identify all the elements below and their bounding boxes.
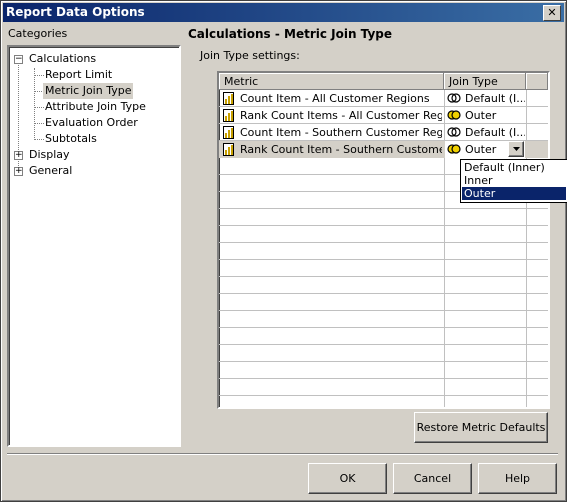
grid-divider [219, 242, 548, 243]
tree-node-evaluation-order[interactable]: Evaluation Order [45, 115, 138, 131]
expand-icon[interactable]: + [14, 167, 23, 176]
table-row-selected[interactable]: Rank Count Item - Southern Customer R...… [219, 141, 548, 158]
cancel-button-label: Cancel [413, 472, 452, 485]
join-type-value[interactable]: Default (I... [465, 124, 525, 141]
grid-divider [219, 293, 548, 294]
column-header-filler [526, 73, 548, 90]
close-icon: ✕ [547, 6, 557, 19]
grid-divider [219, 344, 548, 345]
grid-divider [219, 361, 548, 362]
restore-metric-defaults-button[interactable]: Restore Metric Defaults [414, 412, 548, 443]
close-button[interactable]: ✕ [543, 5, 561, 21]
restore-button-label: Restore Metric Defaults [416, 421, 546, 434]
tree-node-general[interactable]: General [29, 163, 72, 179]
metric-name: Count Item - Southern Customer Regions [240, 126, 442, 139]
tree-connector [34, 139, 44, 140]
grid-divider [219, 310, 548, 311]
panel-title: Calculations - Metric Join Type [188, 27, 392, 41]
metric-name: Rank Count Items - All Customer Regions [240, 109, 442, 122]
metric-name: Rank Count Item - Southern Customer R... [240, 143, 442, 156]
panel-subtitle: Join Type settings: [200, 49, 300, 62]
cancel-button[interactable]: Cancel [393, 463, 472, 494]
tree-connector [34, 68, 35, 140]
table-row[interactable]: Count Item - Southern Customer Regions D… [219, 124, 548, 141]
tree-node-report-limit[interactable]: Report Limit [45, 67, 112, 83]
collapse-icon[interactable]: − [14, 55, 23, 64]
metric-icon [223, 126, 234, 139]
metric-icon [223, 92, 234, 105]
tree-connector [34, 107, 44, 108]
title-bar[interactable]: Report Data Options ✕ [3, 3, 564, 22]
join-type-combo[interactable]: Outer [445, 141, 525, 158]
help-button[interactable]: Help [478, 463, 557, 494]
table-row[interactable]: Count Item - All Customer Regions Defaul… [219, 90, 548, 107]
table-row[interactable]: Rank Count Items - All Customer Regions … [219, 107, 548, 124]
help-button-label: Help [504, 472, 531, 485]
grid-divider [219, 259, 548, 260]
chevron-down-icon [512, 147, 520, 151]
tree-connector [34, 123, 44, 124]
join-icon [447, 93, 461, 103]
tree-connector [34, 75, 44, 76]
grid-divider [219, 208, 548, 209]
join-type-grid[interactable]: Metric Join Type Count Item - All Custom… [217, 71, 550, 409]
categories-label: Categories [8, 27, 68, 40]
join-type-value[interactable]: Outer [465, 107, 525, 124]
column-header-metric[interactable]: Metric [219, 73, 444, 90]
join-type-value: Outer [465, 143, 497, 156]
grid-divider [219, 225, 548, 226]
metric-icon [223, 143, 234, 156]
window-title: Report Data Options [6, 5, 145, 19]
tree-node-display[interactable]: Display [29, 147, 70, 163]
grid-divider [219, 395, 548, 396]
expand-icon[interactable]: + [14, 151, 23, 160]
grid-divider [219, 276, 548, 277]
dropdown-option-default-inner[interactable]: Default (Inner) [462, 161, 566, 174]
tree-node-calculations[interactable]: Calculations [29, 51, 96, 67]
dropdown-button[interactable] [508, 141, 524, 157]
outer-join-icon [447, 110, 461, 120]
metric-icon [223, 109, 234, 122]
dropdown-option-inner[interactable]: Inner [462, 174, 566, 187]
tree-node-metric-join-type[interactable]: Metric Join Type [43, 83, 134, 99]
grid-divider [219, 327, 548, 328]
ok-button-label: OK [339, 472, 356, 485]
separator [7, 453, 558, 455]
grid-divider [219, 378, 548, 379]
ok-button[interactable]: OK [308, 463, 387, 494]
tree-node-subtotals[interactable]: Subtotals [45, 131, 97, 147]
column-header-join-type[interactable]: Join Type [444, 73, 526, 90]
report-data-options-dialog: Report Data Options ✕ Categories − Calcu… [0, 0, 567, 502]
metric-name: Count Item - All Customer Regions [240, 92, 430, 105]
grid-body: Count Item - All Customer Regions Defaul… [219, 90, 548, 407]
tree-node-attribute-join-type[interactable]: Attribute Join Type [45, 99, 146, 115]
join-icon [447, 127, 461, 137]
dropdown-option-outer[interactable]: Outer [462, 187, 566, 200]
join-type-dropdown-list[interactable]: Default (Inner) Inner Outer [460, 159, 567, 203]
outer-join-icon [447, 144, 461, 154]
categories-tree[interactable]: − Calculations Report Limit Metric Join … [7, 45, 181, 447]
join-type-value[interactable]: Default (I... [465, 90, 525, 107]
